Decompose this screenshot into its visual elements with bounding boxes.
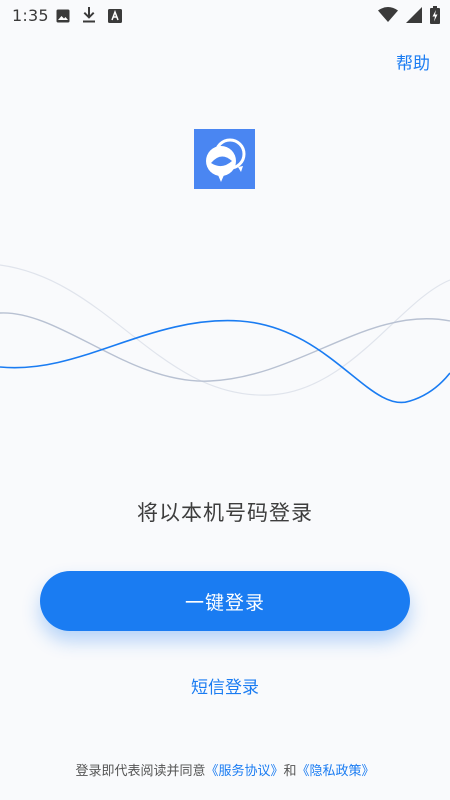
agreement-conjunction: 和: [283, 764, 297, 779]
image-icon: [56, 8, 70, 27]
battery-charging-icon: [430, 6, 440, 28]
wifi-icon: [378, 7, 398, 27]
decorative-waves: [0, 264, 450, 404]
status-time: 1:35: [12, 6, 49, 25]
status-icons-right: [378, 6, 440, 28]
download-icon: [82, 7, 96, 27]
agreement-text: 登录即代表阅读并同意《服务协议》和《隐私政策》: [0, 760, 450, 779]
app-logo: [194, 129, 255, 189]
login-hint: 将以本机号码登录: [137, 501, 313, 525]
astronaut-helmet-icon: [205, 138, 245, 182]
service-agreement-link[interactable]: 《服务协议》: [205, 764, 283, 779]
a-box-icon: [108, 8, 122, 27]
agreement-prefix: 登录即代表阅读并同意: [75, 764, 206, 779]
privacy-policy-link[interactable]: 《隐私政策》: [297, 764, 375, 779]
signal-icon: [406, 7, 422, 27]
status-bar: 1:35: [0, 0, 450, 32]
status-icons-left: [56, 7, 122, 27]
sms-login-link[interactable]: 短信登录: [0, 673, 450, 698]
help-link[interactable]: 帮助: [396, 49, 430, 74]
wave-faint: [0, 264, 450, 396]
wave-grey: [0, 312, 450, 382]
one-click-login-button[interactable]: 一键登录: [40, 571, 410, 631]
